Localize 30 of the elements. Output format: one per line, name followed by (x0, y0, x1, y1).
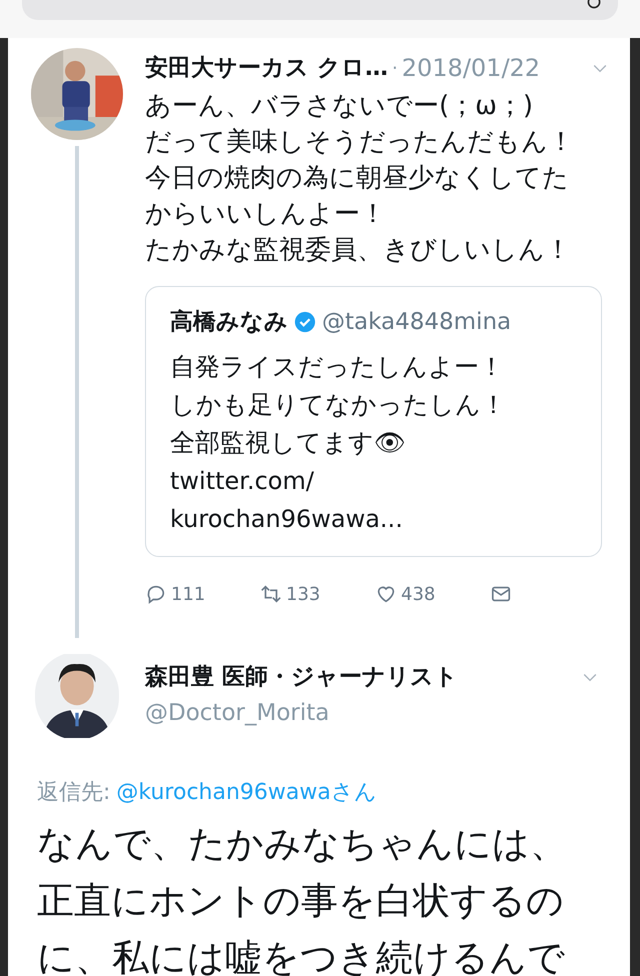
action-count: 111 (171, 582, 206, 606)
quoted-tweet-card[interactable]: 高橋みなみ @taka4848mina 自発ライスだったしんよー！ しかも足りてなかったしん！ 全部監視してます👁 twitter.com/ kurochan96wawa... (145, 286, 602, 556)
action-count: 438 (401, 582, 436, 606)
tweet-text-line: たかみな監視委員、きびしいしん！ (145, 234, 572, 267)
quoted-text-line: 自発ライスだったしんよー！ (170, 350, 505, 382)
reply-to-link[interactable]: @kurochan96wawa さん (116, 776, 377, 808)
retweet-icon (260, 583, 282, 605)
tweet-text-line: なんで、たかみなちゃんには、 (37, 820, 568, 866)
author-name[interactable]: 安田大サーカス クロ… (145, 50, 388, 86)
tweet-text-line: あーん、バラさないでー(；ω；) (145, 90, 534, 123)
quoted-text-line: 全部監視してます👁 (170, 426, 407, 458)
tweet-text-line: からいいしんよー！ (145, 198, 387, 231)
separator-dot: · (392, 56, 398, 80)
quoted-link-line[interactable]: kurochan96wawa... (170, 500, 577, 538)
like-action[interactable]: 438 (375, 580, 490, 608)
tweet-date[interactable]: 2018/01/22 (402, 50, 540, 86)
reply-action[interactable]: 111 (145, 580, 260, 608)
reply-to-label: 返信先: (37, 778, 110, 806)
tweet-text-line: だって美味しそうだったんだもん！ (145, 126, 575, 159)
tweet-text-line: 今日の焼肉の為に朝昼少なくしてた (145, 162, 570, 195)
author-handle[interactable]: @Doctor_Morita (145, 696, 600, 730)
tweet-text-line: 正直にホントの事を白状するの (37, 878, 565, 924)
speech-bubble-icon (145, 583, 167, 605)
retweet-action[interactable]: 133 (260, 580, 375, 608)
quoted-link-line[interactable]: twitter.com/ (170, 462, 577, 500)
quoted-handle: @taka4848mina (322, 308, 512, 337)
action-count: 133 (286, 582, 320, 606)
author-name[interactable]: 森田豊 医師・ジャーナリスト (145, 660, 458, 694)
quoted-author-name: 高橋みなみ (170, 308, 288, 337)
quoted-text-line: しかも足りてなかったしん！ (170, 388, 507, 420)
